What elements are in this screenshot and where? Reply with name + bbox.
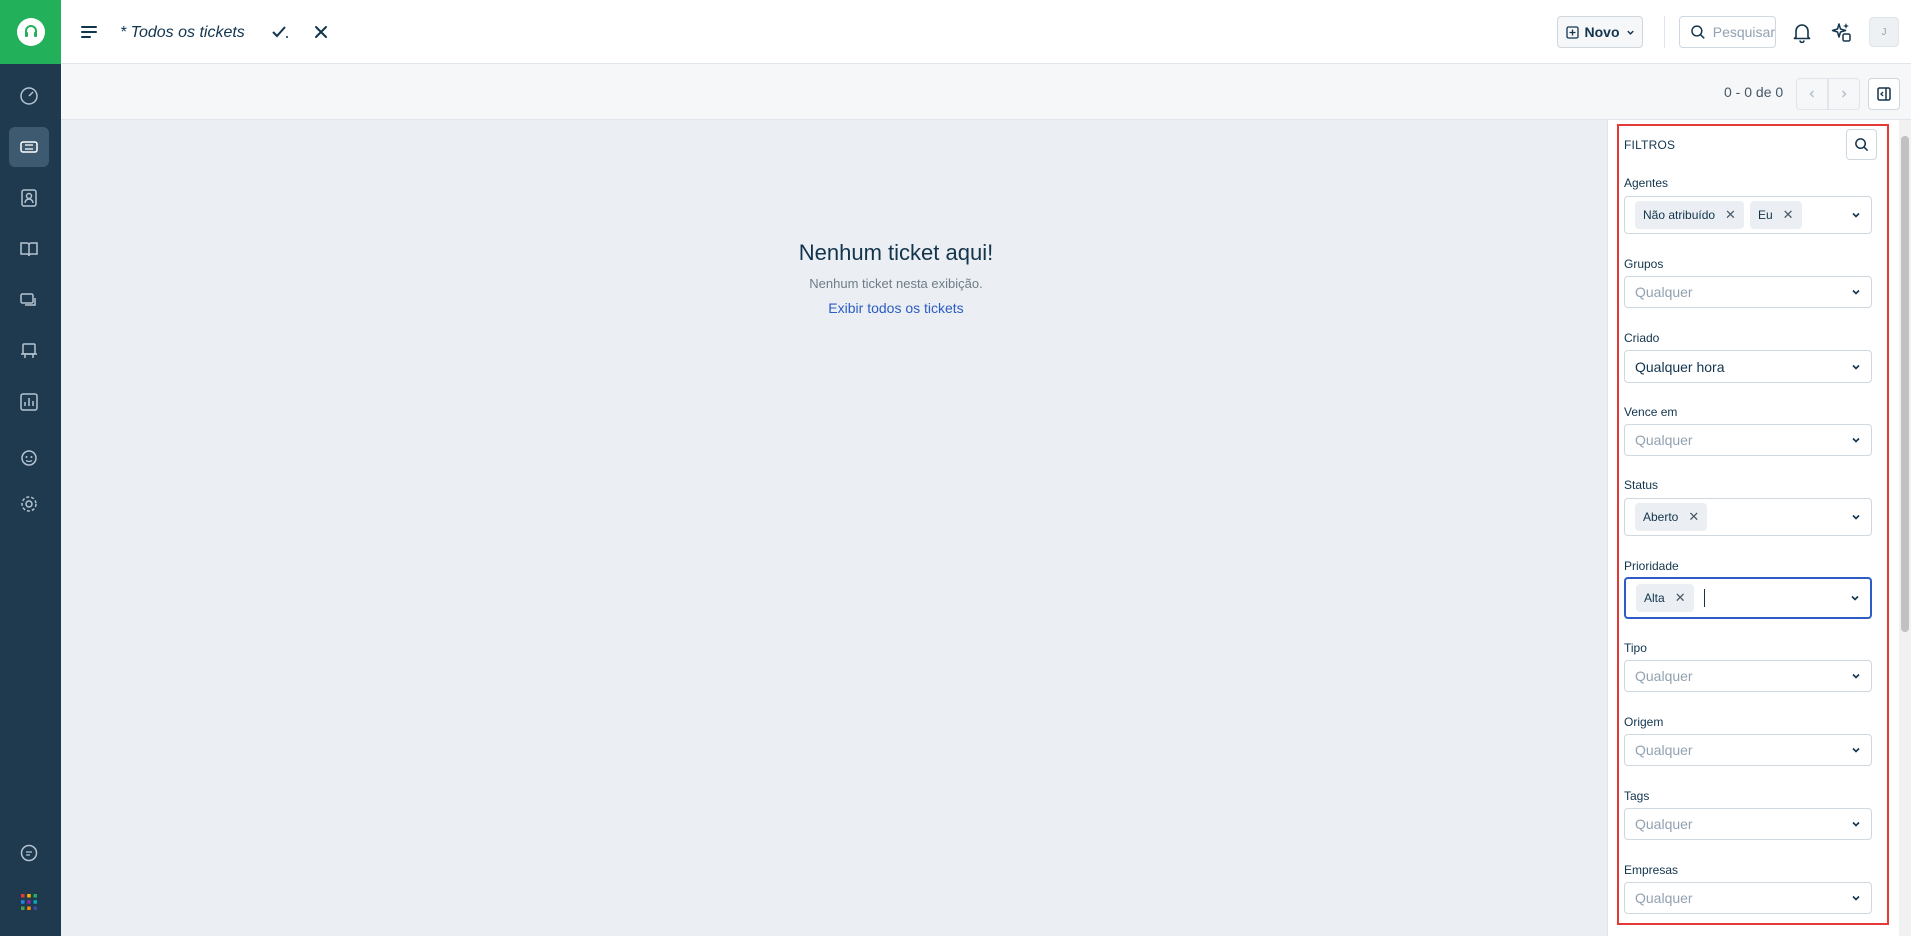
chip-agente-me: Eu ✕ <box>1749 201 1802 229</box>
assets-icon[interactable] <box>9 331 49 371</box>
chevron-down-icon <box>1851 595 1859 601</box>
chip-prioridade-alta: Alta ✕ <box>1636 584 1694 612</box>
chevron-down-icon <box>1626 30 1634 35</box>
previous-page-button[interactable] <box>1796 78 1828 110</box>
chevron-down-icon <box>1852 437 1860 443</box>
remove-chip-icon[interactable]: ✕ <box>1688 509 1699 525</box>
filter-label-tags: Tags <box>1624 789 1650 803</box>
remove-chip-icon[interactable]: ✕ <box>1725 207 1736 223</box>
hamburger-menu-icon[interactable] <box>79 22 99 42</box>
tags-select[interactable]: Qualquer <box>1624 808 1872 840</box>
agentes-select[interactable]: Não atribuído ✕ Eu ✕ <box>1624 196 1872 234</box>
filter-label-agentes: Agentes <box>1624 176 1669 190</box>
pagination-count: 0 - 0 de 0 <box>1724 84 1784 100</box>
filter-label-status: Status <box>1624 478 1659 492</box>
grupos-select[interactable]: Qualquer <box>1624 276 1872 308</box>
chevron-down-icon <box>1852 514 1860 520</box>
vence-em-select[interactable]: Qualquer <box>1624 424 1872 456</box>
tickets-icon[interactable] <box>9 127 49 167</box>
chip-label: Aberto <box>1643 510 1679 524</box>
toggle-filter-panel-button[interactable] <box>1868 78 1900 110</box>
sidebar-panel-icon <box>1877 87 1891 101</box>
remove-chip-icon[interactable]: ✕ <box>1783 207 1794 223</box>
admin-icon[interactable] <box>9 484 49 524</box>
chevron-down-icon <box>1852 747 1860 753</box>
search-placeholder: Pesquisar <box>1712 24 1775 40</box>
filter-label-grupos: Grupos <box>1624 257 1664 271</box>
chevron-down-icon <box>1852 673 1860 679</box>
left-nav-rail <box>0 0 61 936</box>
filters-title: FILTROS <box>1624 138 1676 152</box>
filter-label-tipo: Tipo <box>1624 641 1647 655</box>
user-avatar[interactable]: J <box>1869 17 1899 47</box>
header-divider <box>1664 16 1665 48</box>
chevron-down-icon <box>1852 289 1860 295</box>
filter-label-vence-em: Vence em <box>1624 405 1678 419</box>
tags-placeholder: Qualquer <box>1635 816 1693 832</box>
tipo-placeholder: Qualquer <box>1635 668 1693 684</box>
chip-label: Não atribuído <box>1643 208 1716 222</box>
filters-search-button[interactable] <box>1846 129 1877 160</box>
status-select[interactable]: Aberto ✕ <box>1624 498 1872 536</box>
empty-state-title: Nenhum ticket aqui! <box>798 240 994 265</box>
new-button[interactable]: Novo <box>1557 16 1643 48</box>
origem-select[interactable]: Qualquer <box>1624 734 1872 766</box>
headset-logo-icon <box>16 18 45 46</box>
chat-icon[interactable] <box>9 833 49 873</box>
vence-em-placeholder: Qualquer <box>1635 432 1693 448</box>
bot-icon[interactable] <box>9 438 49 478</box>
chip-status-aberto: Aberto ✕ <box>1635 503 1708 531</box>
tipo-select[interactable]: Qualquer <box>1624 660 1872 692</box>
prioridade-select[interactable]: Alta ✕ <box>1624 577 1872 619</box>
view-title[interactable]: * Todos os tickets <box>120 24 245 42</box>
forums-icon[interactable] <box>9 280 49 320</box>
chip-label: Eu <box>1757 208 1773 222</box>
next-page-button[interactable] <box>1828 78 1860 110</box>
chevron-down-icon <box>1852 364 1860 370</box>
chevron-down-icon[interactable] <box>1851 210 1861 220</box>
empresas-placeholder: Qualquer <box>1635 890 1693 906</box>
contacts-icon[interactable] <box>9 178 49 218</box>
filters-scrollbar[interactable] <box>1899 120 1911 936</box>
chevron-down-icon <box>1852 895 1860 901</box>
chevron-left-icon <box>1809 90 1815 98</box>
criado-value: Qualquer hora <box>1635 358 1725 375</box>
top-header: * Todos os tickets Novo Pesquisar J <box>61 0 1911 64</box>
criado-select[interactable]: Qualquer hora <box>1624 350 1872 383</box>
ticket-list-area: Nenhum ticket aqui! Nenhum ticket nesta … <box>61 120 1607 936</box>
search-icon <box>1691 25 1705 39</box>
notifications-bell-icon[interactable] <box>1791 21 1813 44</box>
dashboard-icon[interactable] <box>9 76 49 116</box>
text-caret <box>1703 589 1705 607</box>
chevron-right-icon <box>1841 90 1847 98</box>
solutions-icon[interactable] <box>9 229 49 269</box>
remove-chip-icon[interactable]: ✕ <box>1675 590 1686 606</box>
chip-agente-unassigned: Não atribuído ✕ <box>1635 201 1744 229</box>
ai-sparkle-icon[interactable] <box>1830 21 1852 43</box>
filter-label-criado: Criado <box>1624 331 1660 345</box>
empty-state-subtitle: Nenhum ticket nesta exibição. <box>809 276 983 291</box>
new-button-label: Novo <box>1584 24 1620 40</box>
chip-label: Alta <box>1644 591 1665 605</box>
search-button[interactable]: Pesquisar <box>1679 16 1776 48</box>
search-icon <box>1855 138 1869 152</box>
scrollbar-thumb[interactable] <box>1901 136 1909 632</box>
show-all-tickets-link[interactable]: Exibir todos os tickets <box>673 300 1119 316</box>
plus-square-icon <box>1565 25 1579 39</box>
chevron-down-icon <box>1852 821 1860 827</box>
filter-label-origem: Origem <box>1624 715 1664 729</box>
apps-icon[interactable] <box>9 882 49 922</box>
filter-label-prioridade: Prioridade <box>1624 559 1679 573</box>
empresas-select[interactable]: Qualquer <box>1624 882 1872 914</box>
origem-placeholder: Qualquer <box>1635 742 1693 758</box>
grupos-placeholder: Qualquer <box>1635 284 1693 300</box>
list-toolbar: 0 - 0 de 0 <box>61 64 1911 120</box>
close-icon[interactable] <box>311 22 331 42</box>
filter-label-empresas: Empresas <box>1624 863 1679 877</box>
reports-icon[interactable] <box>9 382 49 422</box>
app-logo[interactable] <box>0 0 61 64</box>
save-view-check-icon[interactable] <box>270 22 290 42</box>
